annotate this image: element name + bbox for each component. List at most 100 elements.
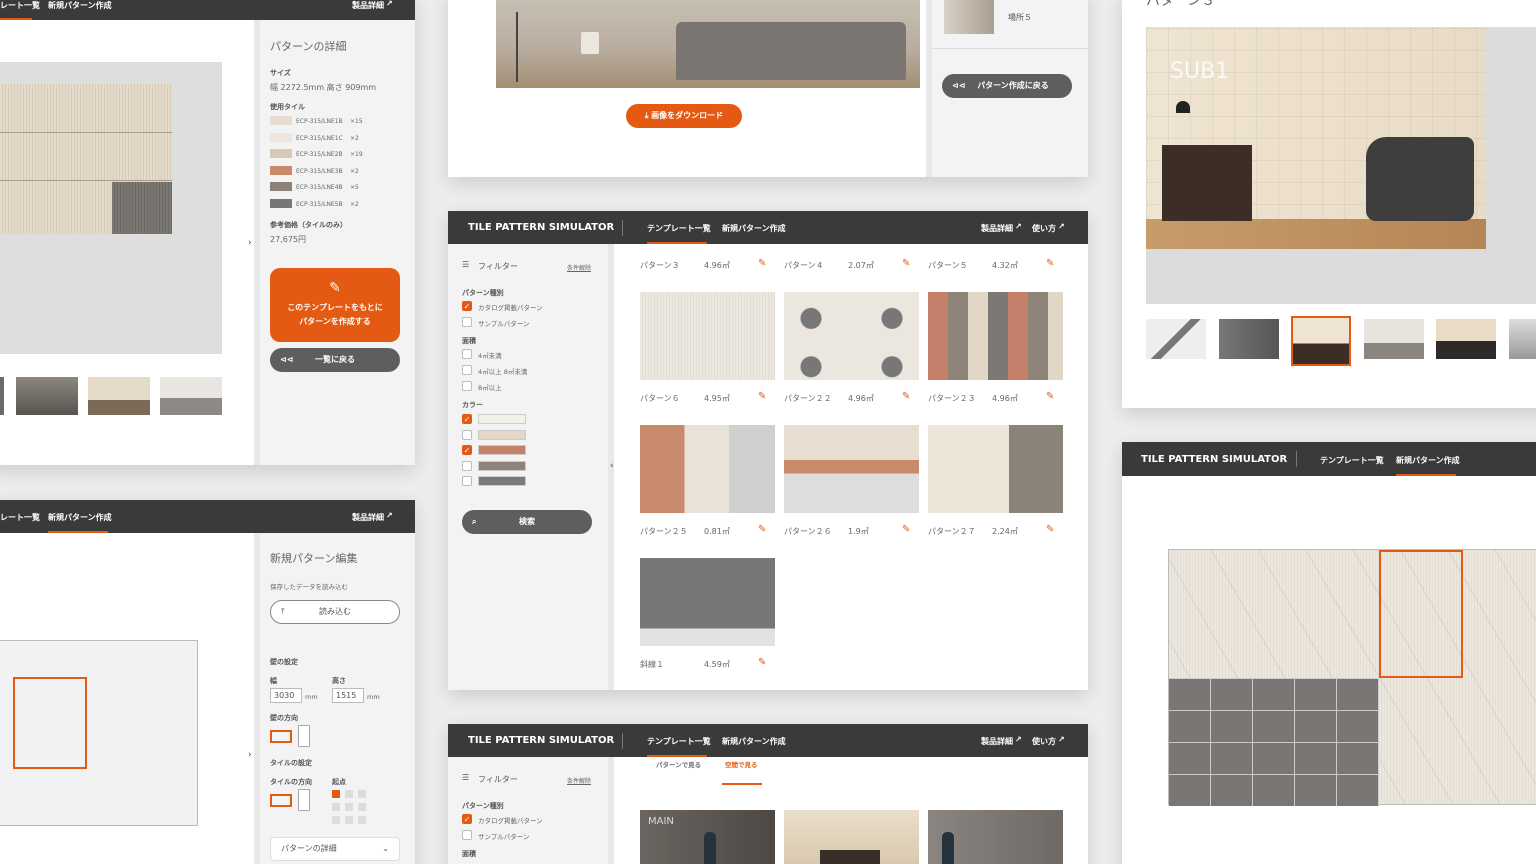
origin-point[interactable] [358, 790, 366, 798]
space-card[interactable]: MAIN [640, 810, 775, 864]
brand-logo[interactable]: TILE PATTERN SIMULATOR [468, 735, 614, 746]
nav-product-details[interactable]: 製品詳細 [352, 0, 384, 11]
origin-point[interactable] [332, 790, 340, 798]
tile-portrait-option[interactable] [298, 789, 310, 811]
color-checkbox[interactable]: ✓ [462, 445, 472, 455]
pattern-thumbnail[interactable] [640, 425, 775, 513]
color-checkbox[interactable] [462, 460, 472, 471]
pattern-area: 4.96㎡ [704, 261, 730, 270]
origin-point[interactable] [358, 803, 366, 811]
back-to-list-button[interactable]: ⊲⊲ 一覧に戻る [270, 348, 400, 372]
space-card[interactable] [784, 810, 919, 864]
area-checkbox[interactable] [462, 381, 472, 391]
origin-point[interactable] [345, 803, 353, 811]
edit-icon[interactable]: ✎ [758, 524, 766, 535]
nav-templates[interactable]: テンプレート一覧 [1320, 455, 1384, 466]
wall-portrait-option[interactable] [298, 725, 310, 747]
pattern-thumbnail[interactable] [784, 425, 919, 513]
origin-point[interactable] [358, 816, 366, 824]
nav-howto[interactable]: 使い方 [1032, 736, 1056, 747]
pattern-canvas[interactable] [1168, 549, 1536, 806]
place-label: 場所５ [1008, 13, 1032, 22]
collapse-arrow-icon[interactable]: ‹ [610, 461, 614, 471]
download-label: 画像をダウンロード [651, 111, 724, 120]
nav-new-pattern[interactable]: 新規パターン作成 [48, 512, 112, 523]
nav-new-pattern[interactable]: 新規パターン作成 [722, 736, 786, 747]
edit-icon[interactable]: ✎ [902, 391, 910, 402]
color-checkbox[interactable] [462, 476, 472, 486]
nav-howto[interactable]: 使い方 [1032, 223, 1056, 234]
edit-icon[interactable]: ✎ [902, 258, 910, 269]
pattern-thumbnail[interactable] [784, 292, 919, 380]
width-input[interactable]: 3030 [270, 688, 302, 703]
edit-icon[interactable]: ✎ [758, 391, 766, 402]
origin-point[interactable] [345, 790, 353, 798]
search-button[interactable]: ⌕ 検索 [462, 510, 592, 534]
edit-icon[interactable]: ✎ [1046, 258, 1054, 269]
type-catalog-checkbox[interactable]: ✓ [462, 301, 472, 311]
tile-landscape-option[interactable] [270, 794, 292, 807]
thumbnail[interactable] [16, 377, 78, 415]
nav-product-details[interactable]: 製品詳細 [352, 512, 384, 523]
nav-new-pattern[interactable]: 新規パターン作成 [48, 0, 112, 11]
nav-templates[interactable]: テンプレート一覧 [647, 223, 711, 234]
tile-swatch [270, 132, 292, 142]
area-checkbox[interactable] [462, 349, 472, 359]
wall-canvas[interactable] [0, 640, 198, 826]
edit-icon[interactable]: ✎ [1046, 524, 1054, 535]
room-thumbnail[interactable] [1146, 319, 1206, 359]
download-image-button[interactable]: ⤓ 画像をダウンロード [626, 104, 742, 128]
brand-logo[interactable]: TILE PATTERN SIMULATOR [468, 222, 614, 233]
color-checkbox[interactable]: ✓ [462, 414, 472, 424]
nav-product-details[interactable]: 製品詳細 [981, 223, 1013, 234]
space-card[interactable] [928, 810, 1063, 864]
origin-point[interactable] [345, 816, 353, 824]
pattern-details-select[interactable]: パターンの詳細 ⌄ [270, 837, 400, 861]
origin-point[interactable] [332, 803, 340, 811]
nav-templates[interactable]: レート一覧 [0, 512, 40, 523]
height-input[interactable]: 1515 [332, 688, 364, 703]
nav-new-pattern[interactable]: 新規パターン作成 [1396, 455, 1460, 466]
edit-icon[interactable]: ✎ [758, 657, 766, 668]
collapse-arrow-icon[interactable]: › [248, 238, 252, 248]
edit-icon[interactable]: ✎ [1046, 391, 1054, 402]
selection-frame[interactable] [1379, 550, 1463, 678]
tab-space-view[interactable]: 空間で見る [725, 759, 758, 769]
color-checkbox[interactable] [462, 429, 472, 440]
area-checkbox[interactable] [462, 365, 472, 375]
room-thumbnail[interactable] [1291, 316, 1351, 366]
tab-pattern-view[interactable]: パターンで見る [656, 759, 701, 769]
collapse-arrow-icon[interactable]: › [248, 750, 252, 760]
thumbnail[interactable] [88, 377, 150, 415]
type-catalog-checkbox[interactable]: ✓ [462, 814, 472, 824]
reset-filter-link[interactable]: 条件解除 [567, 776, 591, 785]
thumbnail[interactable] [160, 377, 222, 415]
edit-icon[interactable]: ✎ [758, 258, 766, 269]
load-button[interactable]: ⤒ 読み込む [270, 600, 400, 624]
type-sample-checkbox[interactable] [462, 317, 472, 327]
room-thumbnail[interactable] [1436, 319, 1496, 359]
nav-new-pattern[interactable]: 新規パターン作成 [722, 223, 786, 234]
pattern-thumbnail[interactable] [640, 558, 775, 646]
thumbnail[interactable] [0, 377, 4, 415]
room-thumbnail[interactable] [1363, 319, 1424, 359]
pattern-thumbnail[interactable] [928, 292, 1063, 380]
edit-icon[interactable]: ✎ [902, 524, 910, 535]
origin-point[interactable] [332, 816, 340, 824]
reset-filter-link[interactable]: 条件解除 [567, 263, 591, 272]
room-thumbnail[interactable] [1218, 319, 1279, 359]
brand-logo[interactable]: TILE PATTERN SIMULATOR [1141, 454, 1287, 465]
room-thumbnail[interactable] [1508, 319, 1536, 359]
wall-landscape-option[interactable] [270, 730, 292, 743]
search-label: 検索 [519, 517, 535, 526]
nav-templates[interactable]: レート一覧 [0, 0, 40, 11]
pattern-thumbnail[interactable] [928, 425, 1063, 513]
create-from-template-button[interactable]: ✎ このテンプレートをもとに パターンを作成する [270, 268, 400, 342]
type-sample-checkbox[interactable] [462, 830, 472, 840]
pattern-thumbnail[interactable] [640, 292, 775, 380]
nav-product-details[interactable]: 製品詳細 [981, 736, 1013, 747]
place-thumbnail[interactable] [944, 0, 994, 34]
nav-templates[interactable]: テンプレート一覧 [647, 736, 711, 747]
back-to-create-button[interactable]: ⊲⊲ パターン作成に戻る [942, 74, 1072, 98]
selection-frame[interactable] [13, 677, 87, 769]
